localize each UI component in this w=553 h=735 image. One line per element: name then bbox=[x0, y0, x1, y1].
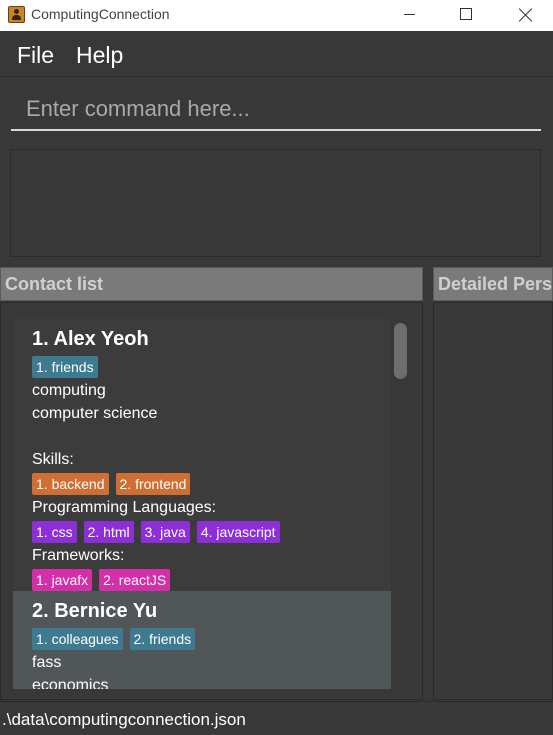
detail-panel bbox=[433, 302, 553, 700]
framework-tag: 2. reactJS bbox=[99, 569, 171, 591]
minimize-icon bbox=[404, 14, 415, 15]
tag: 1. friends bbox=[32, 356, 98, 378]
language-tag: 1. css bbox=[32, 521, 77, 543]
title-bar: ComputingConnection bbox=[0, 0, 553, 31]
detail-panel-header: Detailed Pers bbox=[433, 267, 553, 301]
skills-label: Skills: bbox=[32, 451, 74, 468]
faculty-text: computing bbox=[32, 382, 106, 399]
skill-tag: 1. backend bbox=[32, 473, 109, 495]
faculty-text: fass bbox=[32, 654, 62, 671]
skills-row: 1. backend 2. frontend bbox=[32, 473, 372, 496]
language-tag: 2. html bbox=[83, 521, 134, 543]
tag: 2. friends bbox=[129, 628, 196, 650]
menu-help[interactable]: Help bbox=[76, 42, 123, 69]
major-text: economics bbox=[32, 677, 109, 689]
tag-row: 1. friends bbox=[32, 356, 372, 379]
person-card[interactable]: 1. Alex Yeoh 1. friends computing comput… bbox=[13, 319, 391, 591]
major-text: computer science bbox=[32, 405, 158, 422]
language-tag: 3. java bbox=[140, 521, 190, 543]
person-name: 1. Alex Yeoh bbox=[32, 328, 149, 350]
save-location-text: .\data\computingconnection.json bbox=[2, 710, 246, 729]
person-name: 2. Bernice Yu bbox=[32, 600, 158, 622]
framework-tag: 1. javafx bbox=[32, 569, 93, 591]
minimize-button[interactable] bbox=[378, 0, 438, 31]
frameworks-label: Frameworks: bbox=[32, 547, 125, 564]
tag-row: 1. colleagues 2. friends bbox=[32, 628, 372, 651]
contact-list-panel: 1. Alex Yeoh 1. friends computing comput… bbox=[0, 302, 423, 700]
tag: 1. colleagues bbox=[32, 628, 123, 650]
maximize-button[interactable] bbox=[436, 0, 496, 31]
contact-list-scrollbar[interactable] bbox=[394, 321, 408, 686]
window-title: ComputingConnection bbox=[31, 6, 170, 22]
close-button[interactable] bbox=[494, 0, 553, 31]
address-book-icon bbox=[8, 6, 25, 23]
frameworks-row: 1. javafx 2. reactJS bbox=[32, 569, 372, 592]
person-card-selected[interactable]: 2. Bernice Yu 1. colleagues 2. friends fa… bbox=[13, 591, 391, 689]
maximize-icon bbox=[460, 8, 472, 20]
skill-tag: 2. frontend bbox=[115, 473, 191, 495]
scroll-thumb[interactable] bbox=[394, 323, 407, 379]
detail-panel-title: Detailed Pers bbox=[438, 274, 553, 294]
languages-label: Programming Languages: bbox=[32, 499, 217, 516]
contact-list-header: Contact list bbox=[0, 267, 423, 301]
language-tag: 4. javascript bbox=[196, 521, 280, 543]
contact-list[interactable]: 1. Alex Yeoh 1. friends computing comput… bbox=[13, 319, 391, 689]
command-input[interactable] bbox=[11, 89, 541, 131]
command-box bbox=[0, 78, 553, 142]
contact-list-title: Contact list bbox=[5, 274, 104, 294]
close-icon bbox=[518, 7, 534, 23]
status-bar: .\data\computingconnection.json bbox=[0, 701, 553, 735]
menu-file[interactable]: File bbox=[17, 42, 54, 69]
result-display[interactable] bbox=[10, 149, 541, 257]
languages-row: 1. css 2. html 3. java 4. javascript bbox=[32, 521, 372, 544]
menu-bar: File Help bbox=[0, 33, 553, 77]
